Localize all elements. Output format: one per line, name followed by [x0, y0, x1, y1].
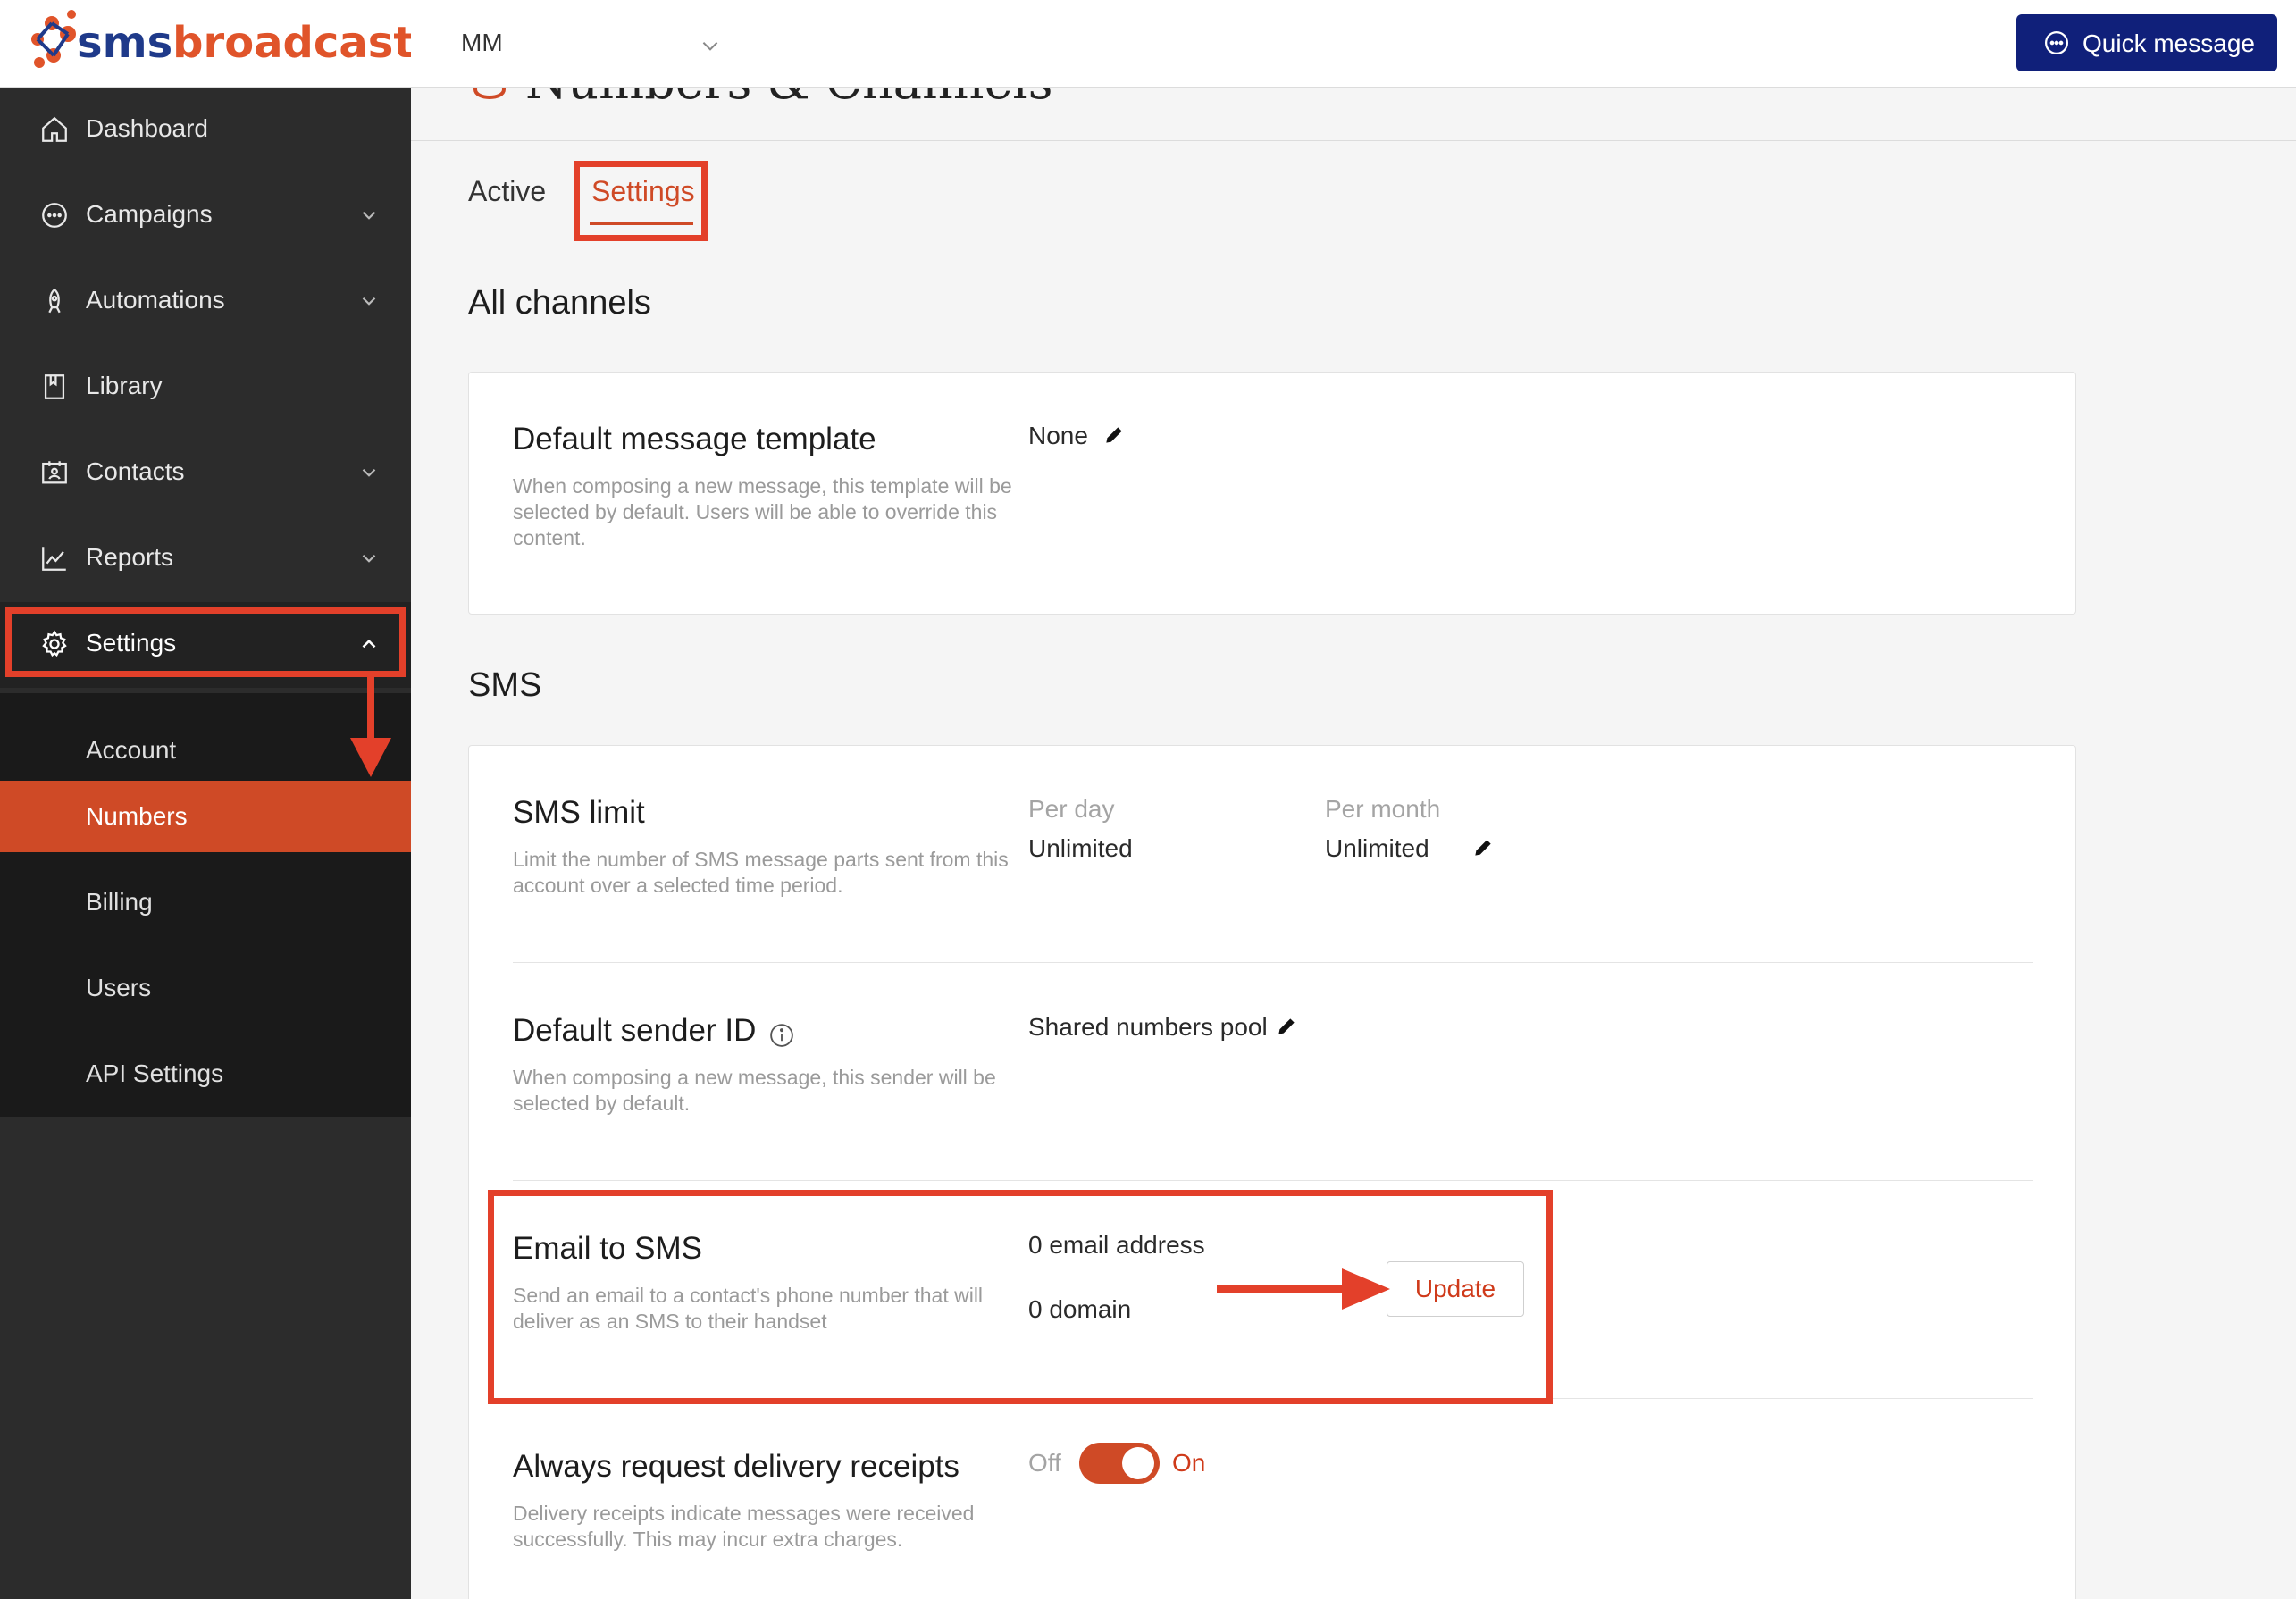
pencil-icon[interactable]: [1471, 836, 1495, 859]
template-value: None: [1028, 422, 1088, 449]
quick-message-button[interactable]: Quick message: [2016, 14, 2277, 71]
page-title: Numbers & Channels: [525, 88, 1052, 110]
sidebar-item-label: Library: [86, 372, 163, 399]
page-header: Numbers & Channels: [411, 88, 2296, 141]
sms-limit-desc: Limit the number of SMS message parts se…: [513, 848, 1009, 897]
template-desc: When composing a new message, this templ…: [513, 474, 1012, 549]
sidebar-item-label: Dashboard: [86, 114, 208, 142]
pencil-icon[interactable]: [1275, 1015, 1298, 1038]
chat-icon: [42, 203, 67, 228]
home-icon: [42, 116, 67, 142]
sidebar-subitem-users[interactable]: Users: [0, 952, 411, 1024]
book-icon: [44, 374, 65, 399]
toggle-off-label: Off: [1028, 1449, 1061, 1477]
quick-message-label: Quick message: [2082, 29, 2255, 57]
sender-id-title: Default sender ID: [513, 1013, 757, 1048]
per-month-value: Unlimited: [1325, 834, 1429, 862]
sidebar-subitem-billing[interactable]: Billing: [0, 866, 411, 938]
sidebar-item-label: Contacts: [86, 457, 185, 485]
chart-icon: [42, 547, 66, 571]
tab-active[interactable]: Active: [468, 175, 546, 208]
chevron-down-icon: [362, 554, 376, 563]
chevron-down-icon: [362, 468, 376, 477]
info-icon[interactable]: [768, 1022, 795, 1049]
highlight-box-settings-tab: [574, 161, 708, 241]
per-day-label: Per day: [1028, 795, 1115, 823]
rocket-icon: [48, 288, 61, 314]
highlight-box-email-to-sms: [488, 1190, 1553, 1404]
sidebar-item-label: Campaigns: [86, 200, 213, 228]
divider: [513, 1180, 2033, 1181]
chevron-down-icon[interactable]: [699, 34, 722, 57]
sidebar-item-label: Automations: [86, 286, 225, 314]
section-title-sms: SMS: [468, 666, 542, 704]
delivery-receipts-toggle[interactable]: [1079, 1443, 1160, 1484]
highlight-box-settings-menu: [5, 607, 406, 677]
sidebar-item-label: Reports: [86, 543, 174, 571]
delivery-receipts-desc: Delivery receipts indicate messages were…: [513, 1502, 975, 1551]
chevron-down-icon: [362, 211, 376, 220]
sidebar-item-automations[interactable]: Automations: [0, 259, 411, 345]
sender-id-desc: When composing a new message, this sende…: [513, 1066, 996, 1115]
arrow-right-annotation: [1217, 1268, 1390, 1310]
arrow-down-annotation: [350, 675, 391, 777]
sidebar-item-library[interactable]: Library: [0, 345, 411, 431]
sidebar: smsbroadcast Dashboard Campaigns Automat…: [0, 0, 415, 1599]
sidebar-item-contacts[interactable]: Contacts: [0, 431, 411, 516]
toggle-knob: [1122, 1447, 1154, 1479]
sms-limit-title: SMS limit: [513, 795, 645, 830]
chevron-down-icon: [362, 297, 376, 306]
channels-icon: [473, 88, 507, 99]
sidebar-item-campaigns[interactable]: Campaigns: [0, 173, 411, 259]
toggle-on-label: On: [1172, 1449, 1206, 1477]
logo-area: smsbroadcast: [0, 0, 415, 88]
chat-icon: [2045, 31, 2068, 54]
sidebar-subitem-api-settings[interactable]: API Settings: [0, 1038, 411, 1109]
delivery-receipts-title: Always request delivery receipts: [513, 1449, 959, 1484]
template-title: Default message template: [513, 422, 876, 456]
contacts-icon: [42, 461, 67, 484]
sender-id-value: Shared numbers pool: [1028, 1013, 1268, 1041]
sidebar-item-dashboard[interactable]: Dashboard: [0, 88, 411, 173]
topbar: MM Quick message: [411, 0, 2296, 88]
logo-wordmark: smsbroadcast: [77, 18, 415, 68]
section-title-all-channels: All channels: [468, 284, 651, 322]
pencil-icon[interactable]: [1102, 423, 1126, 447]
per-day-value: Unlimited: [1028, 834, 1133, 862]
divider: [513, 962, 2033, 963]
account-select[interactable]: MM: [461, 29, 503, 57]
sidebar-item-reports[interactable]: Reports: [0, 516, 411, 602]
sidebar-subitem-numbers[interactable]: Numbers: [0, 781, 411, 852]
per-month-label: Per month: [1325, 795, 1441, 823]
